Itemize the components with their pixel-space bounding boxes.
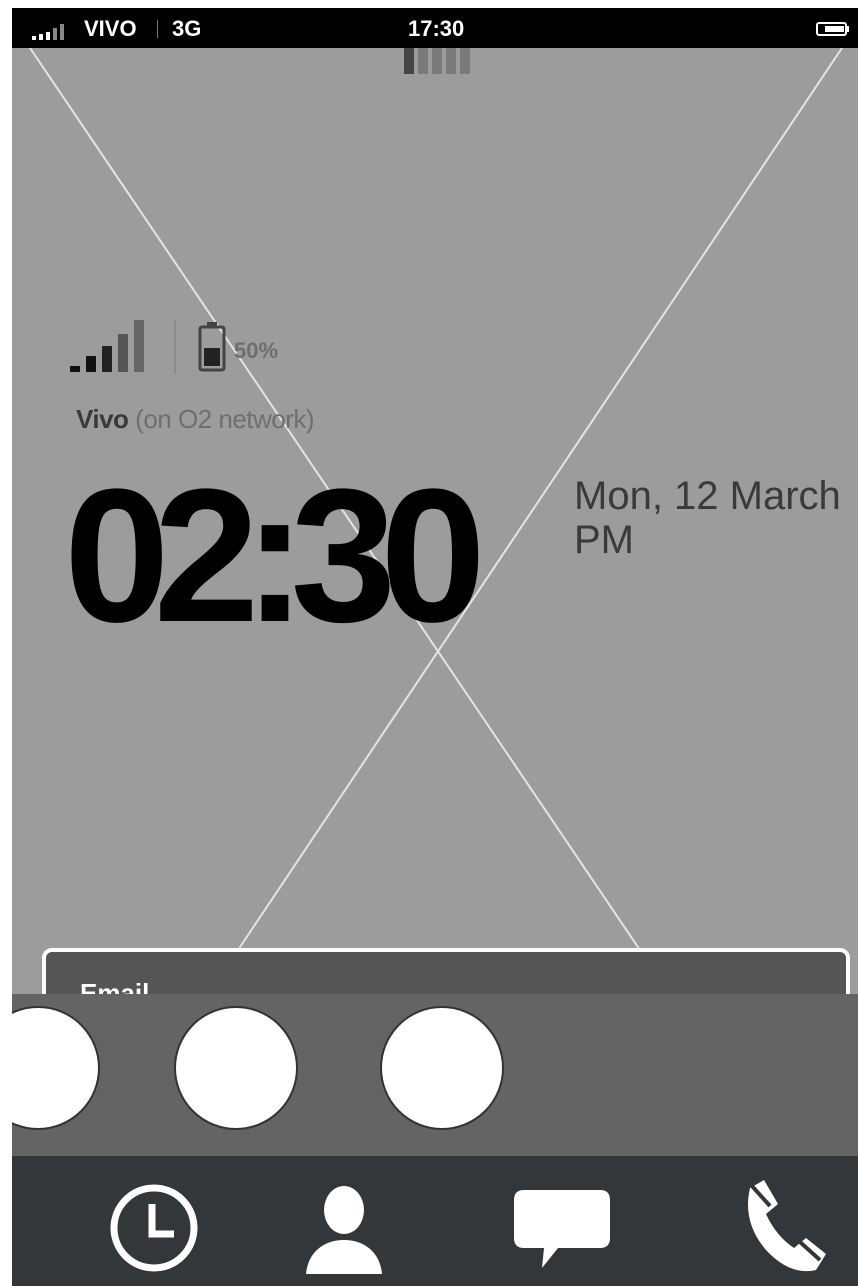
dock-app-slot[interactable] (380, 1006, 504, 1130)
signal-bars-icon (70, 320, 144, 372)
battery-level-icon (198, 322, 226, 372)
nav-contacts-button[interactable] (274, 1156, 414, 1286)
battery-icon (816, 22, 849, 36)
carrier-info: Vivo (on O2 network) (76, 404, 315, 434)
carrier-note: (on O2 network) (135, 404, 315, 434)
status-time: 17:30 (408, 16, 465, 41)
phone-icon (748, 1180, 826, 1272)
indicator-divider (174, 320, 176, 374)
carrier-name: Vivo (76, 404, 129, 434)
person-icon (306, 1186, 382, 1274)
lock-screen: VIVO 3G 17:30 50% Vivo (on O2 network) 0… (12, 8, 858, 1286)
battery-percent: 50% (234, 338, 279, 363)
date-block: Mon, 12 March PM (574, 474, 841, 562)
ampm-text: PM (574, 518, 634, 562)
lock-clock: 02:30 (64, 450, 486, 662)
signal-strength-icon (32, 24, 64, 40)
dock-app-slot[interactable] (174, 1006, 298, 1130)
dock-app-slot[interactable] (12, 1006, 100, 1130)
date-text: Mon, 12 March (574, 474, 841, 518)
status-bar: VIVO 3G 17:30 (12, 8, 858, 48)
clock-icon (110, 1184, 198, 1272)
bottom-nav-bar (12, 1156, 858, 1286)
nav-messages-button[interactable] (492, 1156, 632, 1286)
status-network: 3G (172, 16, 202, 41)
nav-phone-button[interactable] (710, 1156, 850, 1286)
chat-bubble-icon (514, 1190, 610, 1268)
status-divider (157, 20, 158, 38)
nav-recents-button[interactable] (84, 1156, 224, 1286)
app-dock (12, 994, 858, 1156)
status-carrier: VIVO (84, 16, 137, 41)
